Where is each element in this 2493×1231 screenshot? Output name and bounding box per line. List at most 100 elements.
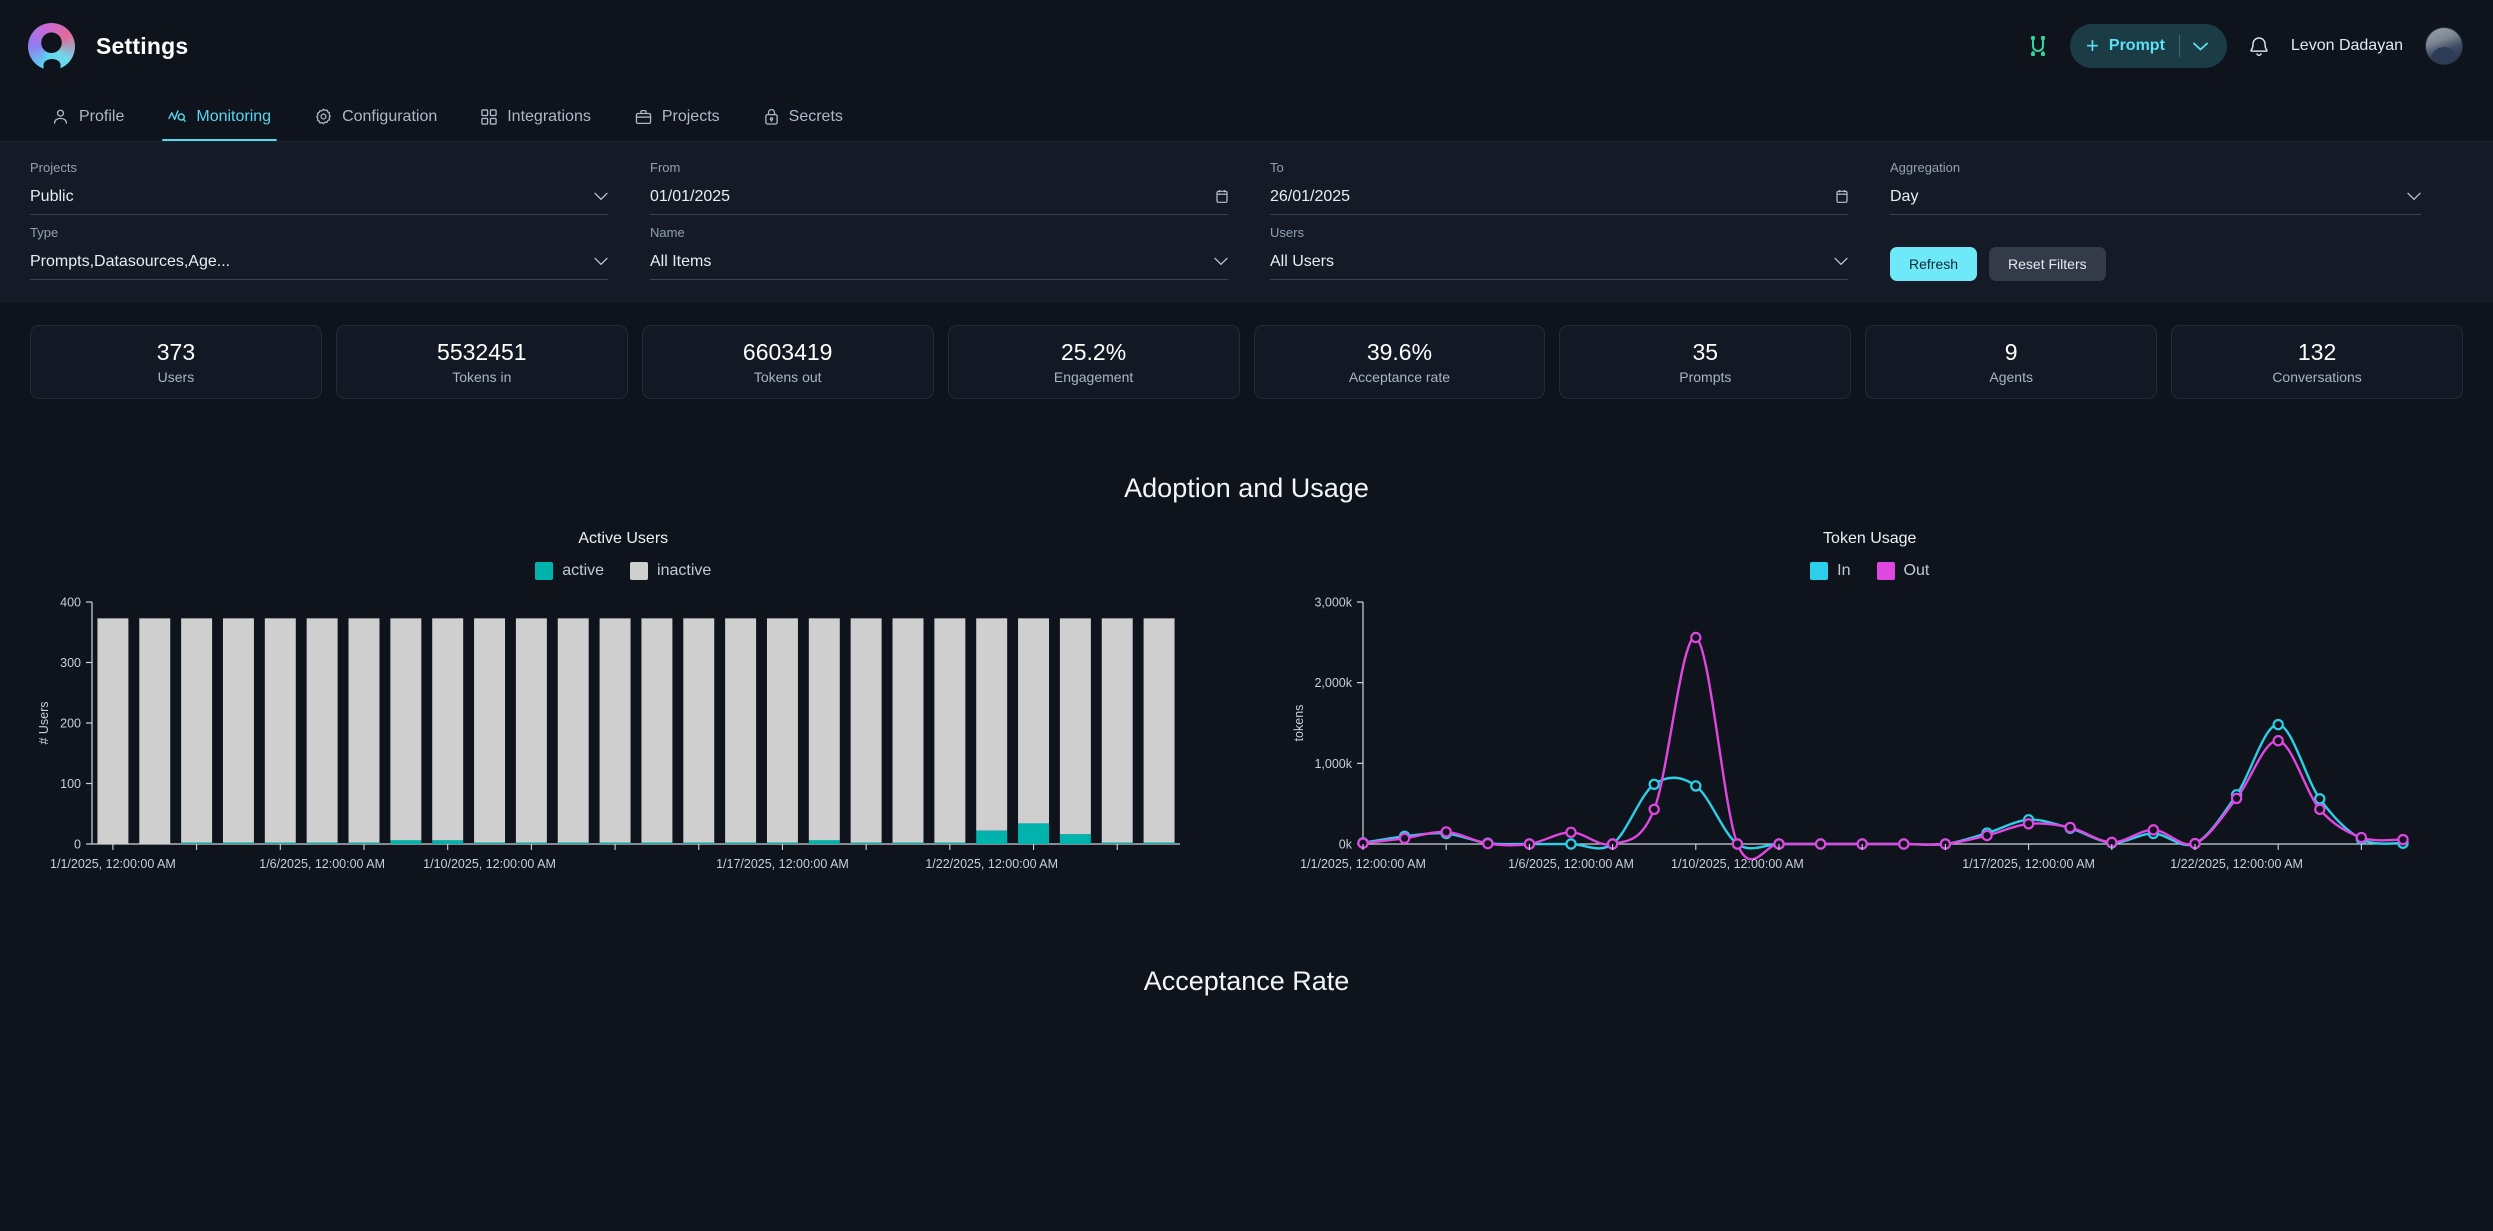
legend-label: inactive [657,562,712,579]
bar-chart-svg: 0 100 200 300 400 # Users 1/1/2025, 12:00:00 A… [37,596,1180,871]
legend-label: active [562,562,605,579]
tab-label: Monitoring [196,107,272,125]
kpi-label: Acceptance rate [1348,369,1451,385]
calendar-icon[interactable] [1836,189,1848,204]
svg-text:1/17/2025, 12:00:00 AM: 1/17/2025, 12:00:00 AM [1962,857,2095,871]
svg-text:200: 200 [60,717,81,731]
calendar-icon[interactable] [1216,189,1228,204]
name-select[interactable]: All Items [650,244,1228,280]
filter-bar: Projects Public From 01/01/2025 To 26/01… [0,142,2493,303]
reset-filters-button[interactable]: Reset Filters [1989,247,2106,281]
kpi-card-tokens-out: 6603419 Tokens out [641,325,934,399]
kpi-card-agents: 9 Agents [1865,325,2158,399]
kpi-value: 25.2% [1060,339,1127,365]
chart-legend: active inactive [30,562,1217,580]
selected-value: Prompts,Datasources,Age... [30,252,231,270]
svg-text:2,000k: 2,000k [1314,676,1352,690]
tab-label: Projects [661,107,720,125]
users-select[interactable]: All Users [1270,244,1848,280]
top-bar: Settings + Prompt Levon Dadayan [0,0,2493,92]
kpi-value: 9 [2004,339,2018,365]
new-prompt-button[interactable]: + Prompt [2070,24,2227,68]
tab-profile[interactable]: Profile [30,92,146,141]
kpi-label: Prompts [1679,369,1732,385]
to-date-input[interactable]: 26/01/2025 [1270,179,1848,215]
tab-label: Integrations [507,107,591,125]
svg-text:100: 100 [60,777,81,791]
svg-text:1/6/2025, 12:00:00 AM: 1/6/2025, 12:00:00 AM [1508,857,1634,871]
svg-text:1,000k: 1,000k [1314,757,1352,771]
kpi-value: 39.6% [1366,339,1433,365]
avatar[interactable] [2425,27,2463,65]
briefcase-icon [635,109,652,125]
plus-icon: + [2086,33,2099,58]
kpi-label: Users [157,369,195,385]
legend-item-inactive[interactable]: inactive [630,562,711,580]
kpi-card-row: 373 Users 5532451 Tokens in 6603419 Toke… [0,303,2493,399]
chevron-down-icon [594,257,608,266]
legend-item-in[interactable]: In [1810,562,1851,580]
field-label: Type [30,225,59,240]
chart-active-users: Active Users active inactive 0 100 200 300 4… [0,504,1247,892]
plug-connection-icon[interactable] [2028,35,2048,57]
svg-text:# Users: # Users [37,701,51,744]
svg-text:1/10/2025, 12:00:00 AM: 1/10/2025, 12:00:00 AM [1671,857,1804,871]
kpi-card-acceptance-rate: 39.6% Acceptance rate [1253,325,1546,399]
field-label: Name [650,225,685,240]
kpi-value: 132 [2297,339,2337,365]
field-label: Users [1270,225,1304,240]
kpi-value: 35 [1692,339,1719,365]
user-name: Levon Dadayan [2290,37,2403,54]
chevron-down-icon [2407,192,2421,201]
notification-bell-icon[interactable] [2249,35,2269,57]
app-logo-icon [28,22,75,70]
lock-icon [764,108,779,125]
svg-text:0: 0 [74,838,81,852]
top-bar-right: + Prompt Levon Dadayan [2028,24,2463,68]
section-title-adoption-and-usage: Adoption and Usage [1124,473,1369,503]
kpi-label: Engagement [1053,369,1134,385]
kpi-label: Agents [1989,369,2033,385]
filter-users: Users All Users [1270,225,1890,283]
kpi-card-conversations: 132 Conversations [2171,325,2463,399]
legend-swatch [1810,562,1829,580]
svg-text:3,000k: 3,000k [1314,596,1352,610]
filter-aggregation: Aggregation Day [1890,160,2463,215]
kpi-label: Conversations [2272,369,2362,385]
projects-select[interactable]: Public [30,179,608,215]
from-date-input[interactable]: 01/01/2025 [650,179,1228,215]
selected-value: All Items [650,252,712,270]
kpi-value: 5532451 [437,339,527,365]
tab-monitoring[interactable]: Monitoring [146,92,293,141]
date-value: 01/01/2025 [650,187,731,205]
tab-secrets[interactable]: Secrets [742,92,865,141]
charts-row: Active Users active inactive 0 100 200 300 4… [0,504,2493,892]
kpi-card-tokens-in: 5532451 Tokens in [335,325,628,399]
refresh-button[interactable]: Refresh [1890,247,1978,281]
tab-label: Profile [79,107,125,125]
chevron-down-icon [594,192,608,201]
filter-actions: Refresh Reset Filters [1890,225,2463,283]
chevron-down-icon[interactable] [2180,42,2221,51]
legend-item-out[interactable]: Out [1876,562,1930,580]
legend-item-active[interactable]: active [535,562,604,580]
kpi-card-prompts: 35 Prompts [1559,325,1852,399]
tab-integrations[interactable]: Integrations [459,92,613,141]
legend-label: Out [1903,562,1930,579]
tab-projects[interactable]: Projects [613,92,742,141]
tab-label: Configuration [342,107,438,125]
svg-text:400: 400 [60,596,81,610]
chevron-down-icon [1214,257,1228,266]
svg-text:1/1/2025, 12:00:00 AM: 1/1/2025, 12:00:00 AM [50,857,176,871]
svg-text:300: 300 [60,656,81,670]
tab-label: Secrets [788,107,843,125]
field-label: Aggregation [1890,160,1961,175]
chart-token-usage: Token Usage In Out 0k 1,000k 2,000k 3,000k t… [1247,504,2493,892]
aggregation-select[interactable]: Day [1890,179,2421,215]
field-label: Projects [30,160,77,175]
activity-chart-icon [168,108,187,125]
type-select[interactable]: Prompts,Datasources,Age... [30,244,608,280]
grid-squares-icon [481,108,497,125]
tab-configuration[interactable]: Configuration [293,92,459,141]
legend-swatch [535,562,554,580]
